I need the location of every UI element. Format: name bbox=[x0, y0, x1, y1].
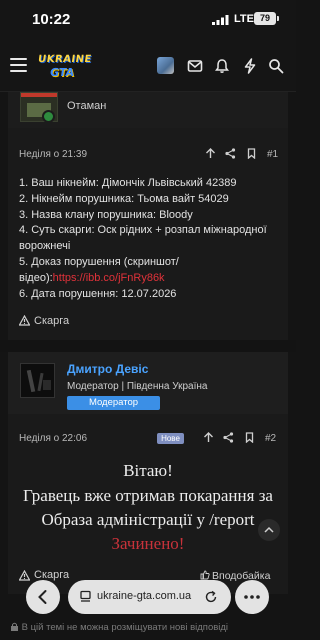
bell-icon[interactable] bbox=[214, 58, 230, 74]
post2-author[interactable]: Дмитро Девіс bbox=[67, 362, 148, 376]
post-separator bbox=[0, 340, 296, 352]
post2-avatar[interactable] bbox=[20, 363, 55, 398]
logo-text-ukraine: UKRAINE bbox=[37, 54, 93, 65]
post1-line: 4. Суть скарги: Оск рідних + розпал міжн… bbox=[19, 224, 267, 253]
reload-icon[interactable] bbox=[204, 590, 218, 604]
status-time: 10:22 bbox=[32, 11, 71, 28]
bookmark-icon[interactable] bbox=[246, 148, 257, 159]
share-icon[interactable] bbox=[225, 148, 236, 159]
page-menu-icon[interactable] bbox=[79, 590, 92, 603]
post1-report-link[interactable]: Скарга bbox=[34, 315, 69, 327]
chevron-left-icon bbox=[38, 590, 47, 604]
bookmark-icon[interactable] bbox=[244, 432, 255, 443]
battery-tip bbox=[277, 16, 279, 21]
post1-role: Отаман bbox=[67, 100, 107, 112]
new-badge: Нове bbox=[157, 433, 184, 444]
post2-number[interactable]: #2 bbox=[265, 433, 276, 444]
arrow-up-icon[interactable] bbox=[205, 148, 216, 159]
address-bar[interactable]: ukraine-gta.com.ua bbox=[68, 580, 231, 614]
search-icon[interactable] bbox=[268, 58, 284, 74]
post2-role: Модератор | Південна Україна bbox=[67, 381, 208, 392]
chevron-up-icon bbox=[264, 526, 274, 533]
locked-thread-text: В цій темі не можна розміщувати нові від… bbox=[21, 622, 229, 633]
share-icon[interactable] bbox=[223, 432, 234, 443]
more-button[interactable] bbox=[235, 580, 269, 614]
status-bar: 10:22 LTE 79 bbox=[0, 0, 296, 40]
proof-link[interactable]: https://ibb.co/jFnRy86k bbox=[53, 272, 165, 284]
post1-content: 1. Ваш нікнейм: Дімончік Львівський 4238… bbox=[19, 176, 284, 302]
site-logo[interactable]: UKRAINE GTA bbox=[37, 52, 92, 82]
post1-date[interactable]: Неділя о 21:39 bbox=[19, 149, 87, 160]
post1-number[interactable]: #1 bbox=[267, 149, 278, 160]
messages-icon[interactable] bbox=[187, 58, 203, 74]
back-button[interactable] bbox=[26, 580, 60, 614]
user-avatar[interactable] bbox=[157, 57, 174, 74]
post1-line-proof: 5. Доказ порушення (скриншот/відео):http… bbox=[19, 255, 284, 287]
url-text[interactable]: ukraine-gta.com.ua bbox=[97, 590, 191, 602]
post1-line: 6. Дата порушення: 12.07.2026 bbox=[19, 287, 177, 300]
battery-icon: 79 bbox=[254, 12, 276, 25]
warning-icon[interactable] bbox=[19, 315, 30, 326]
post2-message-line: Образа адміністрації у /report bbox=[41, 510, 255, 529]
menu-icon[interactable] bbox=[10, 58, 27, 72]
arrow-up-icon[interactable] bbox=[203, 432, 214, 443]
post1-line: 3. Назва клану порушника: Bloody bbox=[19, 208, 193, 221]
moderator-badge: Модератор bbox=[67, 396, 160, 410]
network-type: LTE bbox=[234, 13, 254, 25]
post2-greeting: Вітаю! bbox=[123, 461, 173, 480]
more-dots-icon bbox=[244, 595, 260, 599]
post1-line: 1. Ваш нікнейм: Дімончік Львівський 4238… bbox=[19, 177, 237, 189]
cell-signal-icon bbox=[212, 15, 229, 25]
post2-status-closed: Зачинено! bbox=[111, 534, 185, 553]
post2-date[interactable]: Неділя о 22:06 bbox=[19, 433, 87, 444]
post2-message-line: Гравець вже отримав покарання за bbox=[23, 486, 273, 505]
browser-toolbar: ukraine-gta.com.ua bbox=[0, 568, 296, 628]
locked-thread-notice: В цій темі не можна розміщувати нові від… bbox=[10, 622, 228, 633]
lock-icon bbox=[11, 622, 18, 631]
logo-text-gta: GTA bbox=[49, 66, 75, 79]
post1-line: 2. Нікнейм порушника: Тьома вайт 54029 bbox=[19, 192, 229, 205]
lightning-icon[interactable] bbox=[242, 58, 258, 74]
online-status-icon bbox=[42, 110, 55, 123]
scroll-to-top-button[interactable] bbox=[258, 519, 280, 541]
